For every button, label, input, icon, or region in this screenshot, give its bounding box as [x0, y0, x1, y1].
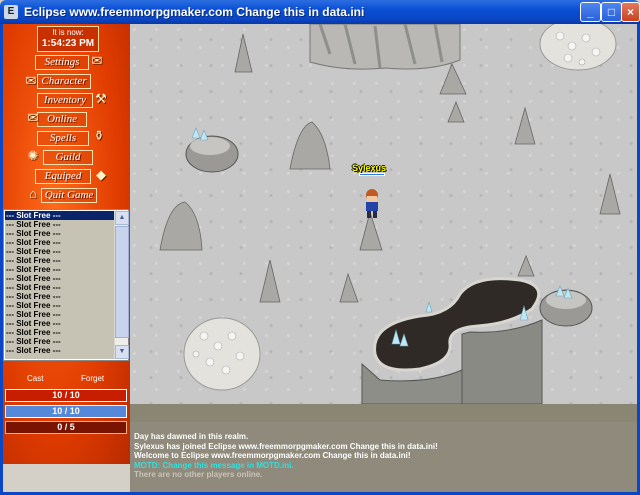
- scroll-up-button[interactable]: ▲: [115, 211, 129, 225]
- scroll-icon: ✉: [91, 53, 103, 68]
- inventory-slot[interactable]: --- Slot Free ---: [5, 292, 114, 301]
- player-name: Sylexus: [352, 163, 387, 173]
- player-sprite[interactable]: [366, 189, 378, 218]
- scroll-icon: ✉: [27, 110, 39, 125]
- online-button[interactable]: Online: [37, 112, 87, 127]
- inventory-slot[interactable]: --- Slot Free ---: [5, 238, 114, 247]
- inventory-slot[interactable]: --- Slot Free ---: [5, 328, 114, 337]
- window-title: Eclipse www.freemmorpgmaker.com Change t…: [24, 5, 365, 19]
- left-panel: It is now: 1:54:23 PM Settings ✉ Charact…: [3, 24, 130, 464]
- inventory-slot[interactable]: --- Slot Free ---: [5, 301, 114, 310]
- clock-time: 1:54:23 PM: [41, 38, 95, 49]
- app-icon: E: [4, 5, 18, 19]
- hp-text: 10 / 10: [52, 390, 80, 400]
- clock-label: It is now:: [52, 28, 84, 37]
- pickaxe-icon: ⚒: [95, 91, 107, 106]
- inventory-slot[interactable]: --- Slot Free ---: [5, 337, 114, 346]
- character-button[interactable]: Character: [37, 74, 91, 89]
- inventory-slot[interactable]: --- Slot Free ---: [5, 346, 114, 355]
- player-health-bar: [359, 173, 385, 176]
- chat-input-strip[interactable]: [130, 404, 637, 422]
- inventory-slot[interactable]: --- Slot Free ---: [5, 274, 114, 283]
- equiped-button[interactable]: Equiped: [35, 169, 91, 184]
- inventory-slot[interactable]: --- Slot Free ---: [5, 247, 114, 256]
- inventory-slot[interactable]: --- Slot Free ---: [5, 310, 114, 319]
- chat-line: Sylexus has joined Eclipse www.freemmorp…: [134, 441, 438, 451]
- map-terrain: [159, 24, 621, 404]
- door-icon: ⌂: [29, 186, 37, 201]
- settings-button[interactable]: Settings: [35, 55, 89, 70]
- inventory-slot[interactable]: --- Slot Free ---: [5, 265, 114, 274]
- inventory-scrollbar[interactable]: ▲ ▼: [114, 211, 129, 359]
- potion-icon: ⚱: [93, 128, 105, 143]
- quit-game-button[interactable]: Quit Game: [41, 188, 97, 203]
- sp-bar: 0 / 5: [5, 421, 127, 434]
- mp-bar: 10 / 10: [5, 405, 127, 418]
- shield-icon: ✺: [27, 148, 39, 163]
- minimize-button[interactable]: _: [580, 2, 601, 22]
- guild-button[interactable]: Guild: [43, 150, 93, 165]
- chat-line: Welcome to Eclipse www.freemmorpgmaker.c…: [134, 451, 411, 460]
- inventory-button[interactable]: Inventory: [37, 93, 93, 108]
- inventory-list[interactable]: --- Slot Free --- --- Slot Free --- --- Sl…: [5, 211, 114, 359]
- chat-line: There are no other players online.: [134, 470, 263, 479]
- chat-line: Day has dawned in this realm.: [134, 432, 249, 441]
- clock: It is now: 1:54:23 PM: [37, 26, 99, 52]
- scroll-down-button[interactable]: ▼: [115, 345, 129, 359]
- forget-button[interactable]: Forget: [81, 374, 104, 383]
- scroll-icon: ✉: [25, 73, 37, 88]
- inventory-slot[interactable]: --- Slot Free ---: [5, 256, 114, 265]
- chat-log: Day has dawned in this realm. Sylexus has…: [130, 422, 637, 492]
- cast-button[interactable]: Cast: [27, 374, 43, 383]
- game-client: It is now: 1:54:23 PM Settings ✉ Charact…: [3, 24, 637, 492]
- chat-line: MOTD: Change this message in MOTD.ini.: [134, 460, 294, 470]
- title-bar[interactable]: E Eclipse www.freemmorpgmaker.com Change…: [0, 0, 640, 24]
- inventory-list-box: --- Slot Free --- --- Slot Free --- --- Sl…: [3, 209, 129, 361]
- hp-bar: 10 / 10: [5, 389, 127, 402]
- window-frame: It is now: 1:54:23 PM Settings ✉ Charact…: [0, 24, 640, 495]
- sp-text: 0 / 5: [57, 422, 75, 432]
- maximize-button[interactable]: □: [601, 2, 622, 22]
- inventory-slot[interactable]: --- Slot Free ---: [5, 229, 114, 238]
- close-button[interactable]: ×: [621, 2, 640, 22]
- inventory-slot[interactable]: --- Slot Free ---: [5, 283, 114, 292]
- pebble-patch: [539, 24, 617, 71]
- inventory-slot[interactable]: --- Slot Free ---: [5, 220, 114, 229]
- inventory-slot[interactable]: --- Slot Free ---: [5, 319, 114, 328]
- spells-button[interactable]: Spells: [37, 131, 89, 146]
- gem-icon: ◆: [96, 167, 106, 182]
- mp-text: 10 / 10: [52, 406, 80, 416]
- game-map[interactable]: Sylexus: [130, 24, 637, 404]
- scroll-thumb[interactable]: [115, 226, 129, 338]
- inventory-slot[interactable]: --- Slot Free ---: [5, 211, 114, 220]
